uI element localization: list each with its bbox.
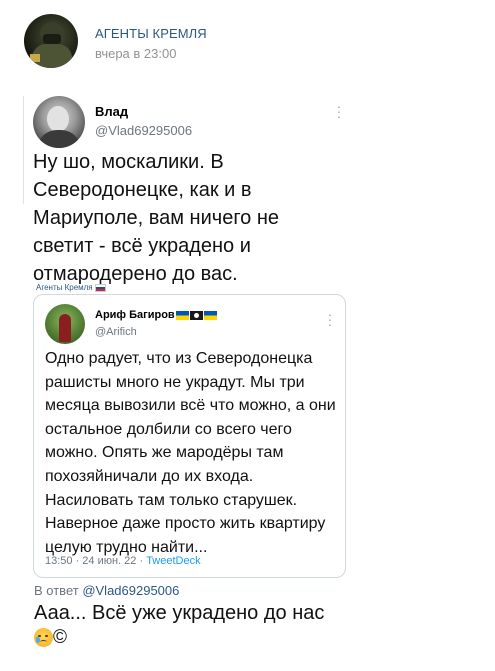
more-vertical-icon: · · · <box>336 98 342 124</box>
tweet-text: Ну шо, москалики. В Северодонецке, как и… <box>33 151 280 285</box>
post-time[interactable]: вчера в 23:00 <box>95 46 176 61</box>
pirate-flag-icon <box>189 310 203 320</box>
group-avatar[interactable] <box>24 14 78 68</box>
avatar-patch-shape <box>30 54 40 62</box>
russia-flag-icon <box>94 283 106 292</box>
reply-to-handle-link[interactable]: @Vlad69295006 <box>82 583 179 598</box>
quoted-tweet-meta: 13:50 · 24 июн. 22 · TweetDeck <box>45 555 201 567</box>
avatar-head-shape <box>47 106 69 132</box>
avatar-figure-shape <box>59 314 71 342</box>
reply-to-line: В ответ @Vlad69295006 <box>34 583 179 598</box>
quoted-tweet-client: TweetDeck <box>146 555 201 567</box>
more-vertical-icon: · · · <box>327 306 333 332</box>
quoted-author-name: Ариф Багиров <box>95 309 175 321</box>
copyright-sign: © <box>53 627 67 648</box>
reply-text: Ааа... Всё уже украдено до нас <box>34 602 325 624</box>
group-name[interactable]: АГЕНТЫ КРЕМЛЯ <box>95 26 207 41</box>
tweet-author-name: Влад <box>95 104 129 119</box>
crying-face-emoji-icon <box>34 628 53 648</box>
quoted-author-handle: @Arifich <box>95 326 137 338</box>
reply-prefix: В ответ <box>34 583 83 598</box>
quoted-tweet-timestamp: 13:50 · 24 июн. 22 · <box>45 555 147 567</box>
ukraine-flag-icon <box>203 310 217 320</box>
avatar-shoulders-shape <box>37 130 81 148</box>
tweet-author-handle: @Vlad69295006 <box>95 123 193 138</box>
quoted-author-name-row: Ариф Багиров <box>95 309 217 321</box>
source-watermark: Агенты Кремля <box>36 283 106 292</box>
reply-emoji-line: © <box>34 627 67 649</box>
repost-bar <box>23 96 24 204</box>
tweet-author-avatar <box>33 96 85 148</box>
quoted-tweet-text: Одно радует, что из Северодонецка рашист… <box>45 350 336 556</box>
ukraine-flag-icon <box>175 310 189 320</box>
source-watermark-label: Агенты Кремля <box>36 283 93 292</box>
quoted-author-avatar <box>45 304 85 344</box>
avatar-face-shape <box>43 34 61 44</box>
